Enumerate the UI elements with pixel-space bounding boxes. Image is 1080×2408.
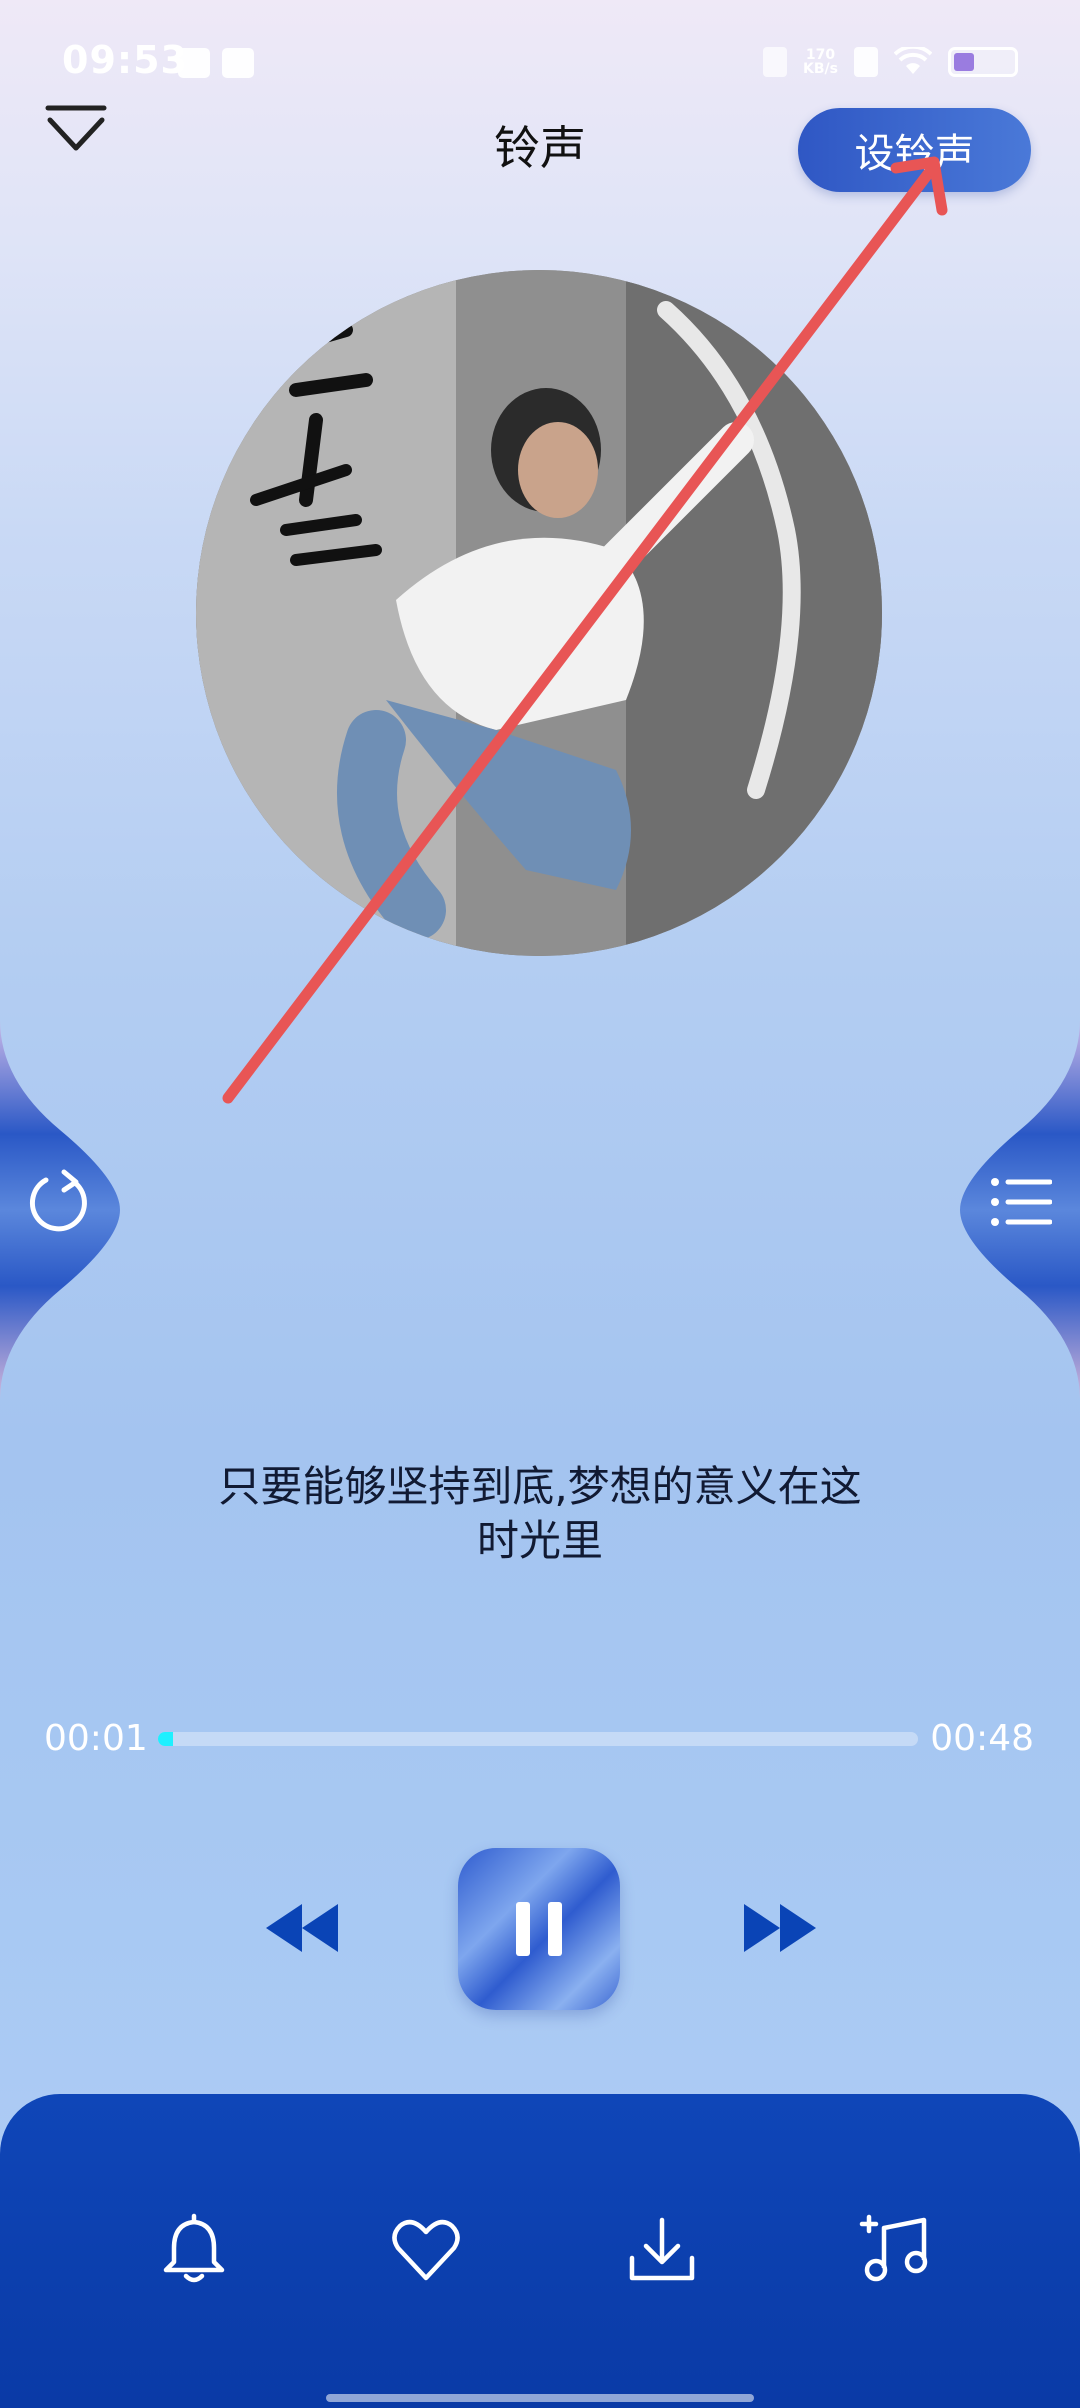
heart-icon — [392, 2219, 460, 2281]
rewind-button[interactable] — [262, 1898, 342, 1958]
repeat-icon — [29, 1169, 87, 1232]
lyric-line-2: 时光里 — [476, 1516, 603, 1565]
bell-icon — [163, 2213, 225, 2283]
add-to-playlist-button[interactable] — [856, 2212, 932, 2288]
pause-icon — [516, 1902, 562, 1956]
lyric-line-1: 只要能够坚持到底,梦想的意义在这 — [218, 1462, 862, 1511]
current-time: 00:01 — [44, 1718, 148, 1759]
net-speed-unit: KB/s — [803, 61, 838, 77]
message-icon — [222, 48, 254, 78]
add-music-icon — [859, 2214, 928, 2282]
album-photo — [196, 270, 882, 956]
net-speed-value: 170 — [805, 47, 836, 63]
album-art — [196, 270, 882, 956]
pause-button[interactable] — [458, 1848, 620, 2010]
download-icon — [629, 2217, 695, 2281]
download-button[interactable] — [624, 2212, 700, 2288]
ringtone-bell-button[interactable] — [156, 2212, 232, 2288]
status-time: 09:53 — [62, 38, 188, 82]
home-indicator[interactable] — [326, 2394, 754, 2402]
notification-icon — [178, 48, 210, 78]
total-time: 00:48 — [930, 1718, 1034, 1759]
fast-forward-button[interactable] — [740, 1898, 820, 1958]
set-ringtone-button[interactable]: 设铃声 — [798, 108, 1031, 192]
favorite-button[interactable] — [388, 2212, 464, 2288]
progress-fill — [158, 1732, 173, 1746]
wifi-icon — [894, 47, 932, 74]
status-right-group: 170 KB/s — [763, 44, 1018, 80]
playlist-tab[interactable] — [960, 1020, 1080, 1400]
sim-icon — [854, 47, 878, 77]
battery-icon — [948, 47, 1018, 77]
list-icon — [991, 1178, 1052, 1226]
progress-bar[interactable] — [158, 1732, 918, 1746]
repeat-mode-tab[interactable] — [0, 1020, 120, 1400]
battery-level — [954, 53, 974, 71]
nfc-icon — [763, 47, 788, 77]
status-bar: 09:53 170 KB/s — [0, 0, 1080, 120]
net-speed: 170 KB/s — [803, 48, 838, 76]
fast-forward-icon — [744, 1904, 816, 1952]
rewind-icon — [266, 1904, 338, 1952]
lyric-text: 只要能够坚持到底,梦想的意义在这 时光里 — [150, 1460, 930, 1568]
